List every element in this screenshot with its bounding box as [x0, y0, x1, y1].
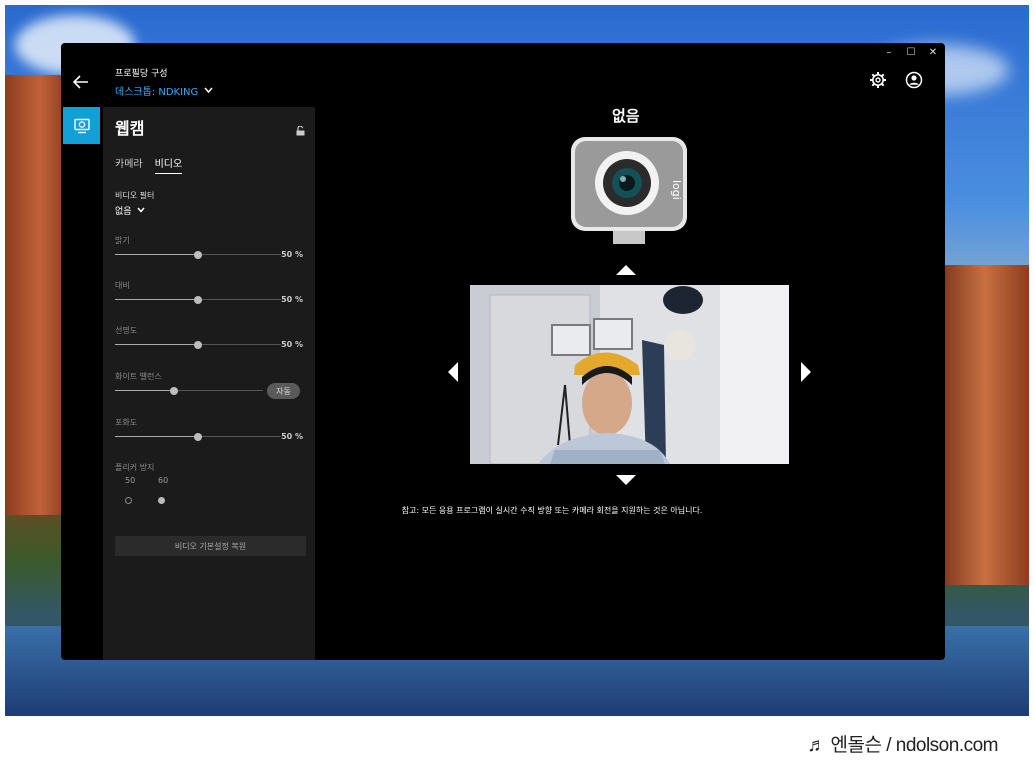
rotate-up-arrow-icon[interactable] — [616, 265, 636, 275]
rotate-down-arrow-icon[interactable] — [616, 475, 636, 485]
camera-preview — [470, 285, 789, 464]
wallpaper-cliff-right — [939, 265, 1029, 585]
rotate-right-arrow-icon[interactable] — [801, 362, 811, 382]
slider-thumb[interactable] — [170, 387, 179, 395]
watermark-text: ♬ 엔돌슨 / ndolson.com — [807, 735, 998, 756]
contrast-slider[interactable] — [115, 293, 281, 307]
app-window: – ☐ ✕ 프로필당 구성 데스크톱: NDKING 웹캠 카메라 비디오 비디… — [61, 43, 945, 660]
saturation-slider[interactable] — [115, 430, 281, 444]
settings-panel: 웹캠 카메라 비디오 비디오 필터 없음 밝기 50 % 대비 50 % 선명도… — [103, 107, 315, 660]
sharpness-value: 50 % — [281, 340, 303, 349]
flicker-label: 플리커 방지 — [115, 463, 155, 472]
saturation-value: 50 % — [281, 432, 303, 441]
header-title: 프로필당 구성 — [115, 69, 168, 79]
gear-icon[interactable] — [869, 71, 887, 89]
tab-camera[interactable]: 카메라 — [115, 155, 143, 174]
panel-title: 웹캠 — [115, 119, 145, 138]
video-filter-dropdown[interactable]: 없음 — [115, 204, 145, 217]
white-balance-slider[interactable] — [115, 384, 263, 398]
window-controls: – ☐ ✕ — [883, 47, 939, 58]
slider-fill — [115, 436, 198, 437]
camera-brand-text: logi — [670, 180, 683, 200]
user-account-icon[interactable] — [905, 71, 923, 89]
chevron-down-icon — [204, 85, 213, 96]
slider-thumb[interactable] — [194, 251, 202, 259]
flicker-option-60-label: 60 — [158, 476, 169, 485]
brightness-value: 50 % — [281, 250, 303, 259]
maximize-button[interactable]: ☐ — [905, 47, 917, 58]
reset-video-defaults-button[interactable]: 비디오 기본설정 복원 — [115, 536, 306, 556]
slider-fill — [115, 299, 198, 300]
minimize-button[interactable]: – — [883, 47, 895, 58]
panel-tabs: 카메라 비디오 — [115, 155, 183, 174]
flicker-radio-50[interactable] — [125, 497, 132, 504]
unlock-icon[interactable] — [296, 121, 305, 136]
slider-thumb[interactable] — [194, 341, 202, 349]
slider-fill — [115, 344, 198, 345]
slider-thumb[interactable] — [194, 296, 202, 304]
slider-fill — [115, 254, 198, 255]
brightness-slider[interactable] — [115, 248, 281, 262]
flicker-radio-60[interactable] — [158, 497, 165, 504]
sharpness-slider[interactable] — [115, 338, 281, 352]
main-title: 없음 — [612, 107, 640, 125]
white-balance-label: 화이트 밸런스 — [115, 372, 162, 381]
brightness-label: 밝기 — [115, 236, 130, 245]
close-button[interactable]: ✕ — [927, 47, 939, 58]
back-arrow-icon[interactable] — [72, 72, 89, 92]
white-balance-auto-button[interactable]: 자동 — [267, 383, 300, 399]
chevron-down-icon — [136, 206, 145, 216]
sharpness-label: 선명도 — [115, 326, 138, 335]
rotation-note: 참고: 모든 응용 프로그램이 실시간 수직 방향 또는 카메라 회전을 지원하… — [401, 506, 703, 515]
video-filter-value: 없음 — [115, 207, 132, 217]
tab-video[interactable]: 비디오 — [154, 155, 183, 174]
profile-selector[interactable]: 데스크톱: NDKING — [115, 83, 213, 98]
slider-fill — [115, 390, 175, 391]
contrast-label: 대비 — [115, 281, 130, 290]
profile-name: 데스크톱: NDKING — [115, 87, 199, 98]
slider-thumb[interactable] — [194, 433, 202, 441]
webcam-illustration: logi — [569, 135, 689, 250]
rotate-left-arrow-icon[interactable] — [448, 362, 458, 382]
video-filter-label: 비디오 필터 — [115, 191, 155, 200]
webcam-nav-icon[interactable] — [63, 107, 100, 144]
flicker-option-50-label: 50 — [125, 476, 136, 485]
contrast-value: 50 % — [281, 295, 303, 304]
saturation-label: 포화도 — [115, 418, 138, 427]
